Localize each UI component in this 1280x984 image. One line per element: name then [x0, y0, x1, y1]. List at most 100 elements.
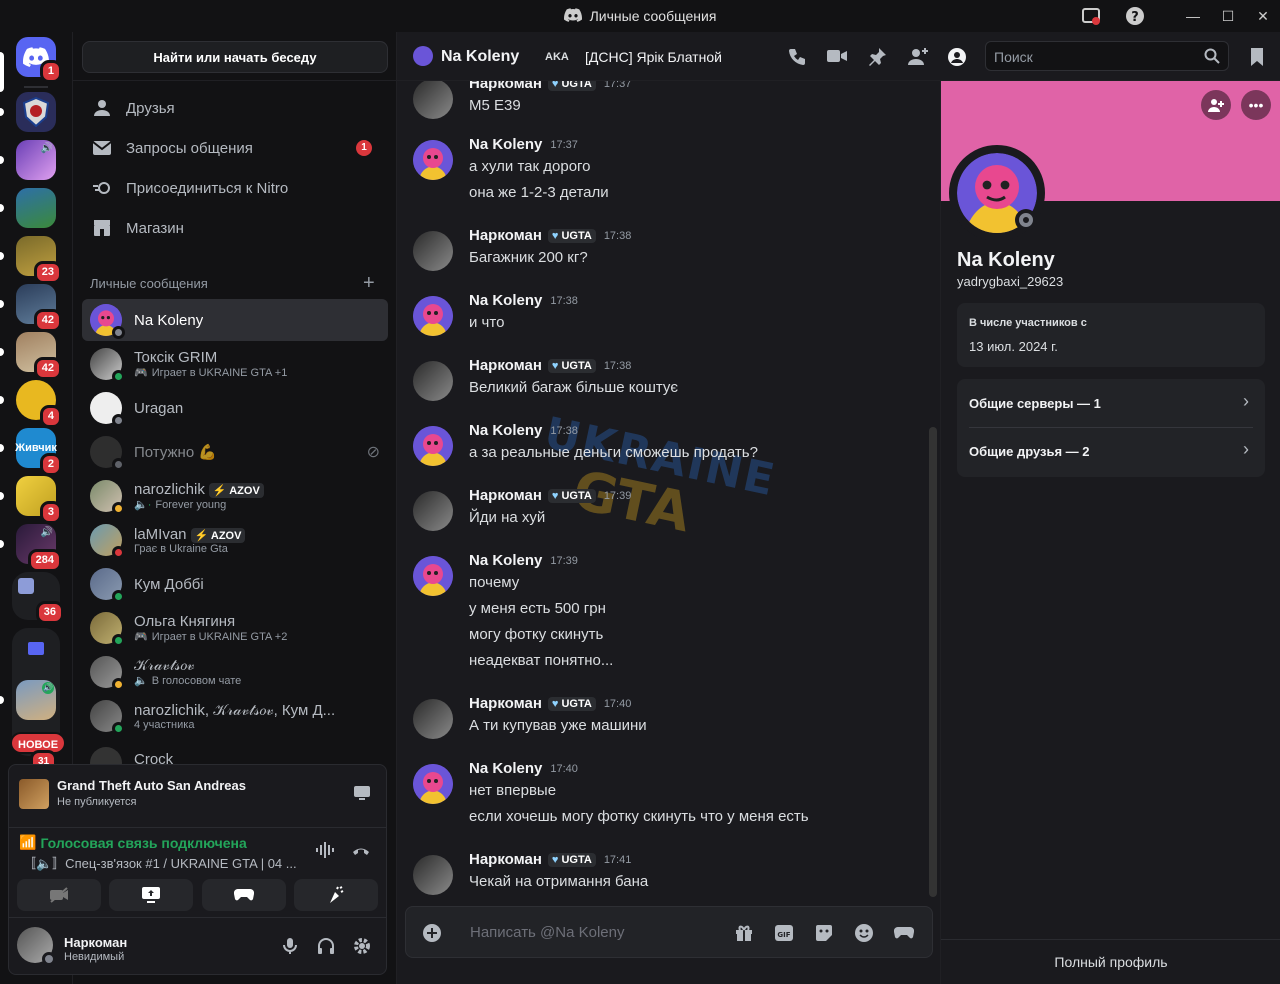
- activities-button[interactable]: [202, 879, 286, 911]
- add-friend-button[interactable]: [1201, 90, 1231, 120]
- pinned-messages-icon[interactable]: [867, 47, 887, 72]
- noise-suppression-icon[interactable]: [315, 841, 335, 864]
- server-icon-ukraine[interactable]: 42: [16, 284, 62, 332]
- dm-row[interactable]: narozlichik, 𝒦𝓇𝒶𝓋𝓉𝓈𝑜𝓋, Кум Д... 4 участни…: [82, 695, 388, 737]
- message-avatar[interactable]: [413, 426, 453, 466]
- voice-channel[interactable]: 〚🔈〛Спец-зв'язок #1 / UKRAINE GTA | 04 ..…: [23, 853, 303, 872]
- server-icon-anime[interactable]: 🔊: [16, 140, 56, 180]
- more-options-icon[interactable]: •••: [1241, 90, 1271, 120]
- message-composer[interactable]: Написать @Na Koleny GIF: [405, 906, 933, 958]
- message-avatar[interactable]: [413, 764, 453, 804]
- message-avatar[interactable]: [413, 296, 453, 336]
- message-avatar[interactable]: [413, 699, 453, 739]
- server-folder[interactable]: 36: [12, 572, 64, 624]
- server-icon-emoji[interactable]: 4: [16, 380, 62, 428]
- avatar: [90, 392, 125, 427]
- maximize-icon[interactable]: ☐: [1208, 0, 1248, 32]
- create-dm-plus-icon[interactable]: +: [363, 272, 375, 295]
- dm-row[interactable]: laMIvan ⚡ AZOV Грає в Ukraine Gta: [82, 519, 388, 561]
- user-avatar[interactable]: [17, 927, 56, 966]
- gif-icon[interactable]: GIF: [772, 921, 796, 945]
- dm-row[interactable]: Toксік GRIM 🎮 Играет в UKRAINE GTA +1: [82, 343, 388, 385]
- share-screen-button[interactable]: [109, 879, 193, 911]
- gift-icon[interactable]: [732, 921, 756, 945]
- screen-share-icon[interactable]: [353, 785, 371, 806]
- voice-connected[interactable]: 📶 Голосовая связь подключена: [19, 834, 247, 851]
- message-avatar[interactable]: [413, 556, 453, 596]
- dm-name: narozlichik: [134, 481, 205, 498]
- message-avatar[interactable]: [413, 140, 453, 180]
- message-author[interactable]: Na Koleny: [469, 552, 542, 569]
- home-button[interactable]: 1: [16, 37, 62, 83]
- avatar: [90, 436, 125, 471]
- dm-row[interactable]: narozlichik ⚡ AZOV 🔈· Forever young: [82, 475, 388, 517]
- server-icon-gta[interactable]: [16, 188, 56, 228]
- message-avatar[interactable]: [413, 491, 453, 531]
- search-input[interactable]: Поиск: [985, 41, 1229, 71]
- inbox-icon[interactable]: [1071, 0, 1111, 32]
- server-icon-folder-item[interactable]: 🔊: [16, 680, 56, 720]
- dm-row[interactable]: 𝒦𝓇𝒶𝓋𝓉𝓈𝑜𝓋 🔈 В голосовом чате: [82, 651, 388, 693]
- clan-tag: ♥ UGTA: [547, 81, 596, 91]
- message-author[interactable]: Наркоман: [469, 81, 542, 92]
- call-icon[interactable]: [787, 47, 807, 72]
- dm-name: Ольга Княгиня: [134, 613, 236, 630]
- message-author[interactable]: Na Koleny: [469, 292, 542, 309]
- dm-row[interactable]: Na Koleny: [82, 299, 388, 341]
- nav-nitro[interactable]: Присоединиться к Nitro: [82, 168, 388, 208]
- nav-friends[interactable]: Друзья: [82, 88, 388, 128]
- nav-shop[interactable]: Магазин: [82, 208, 388, 248]
- server-icon-gold[interactable]: 3: [16, 476, 62, 524]
- dm-row[interactable]: Ольга Княгиня 🎮 Играет в UKRAINE GTA +2: [82, 607, 388, 649]
- message-time: 17:39: [550, 554, 578, 567]
- nitro-icon: [92, 178, 112, 198]
- add-friends-to-dm-icon[interactable]: [907, 47, 929, 72]
- server-icon-helmet[interactable]: 23: [16, 236, 62, 284]
- message-author[interactable]: Na Koleny: [469, 760, 542, 777]
- folder-icon[interactable]: [28, 642, 44, 655]
- message-avatar[interactable]: [413, 231, 453, 271]
- settings-gear-icon[interactable]: [353, 937, 371, 960]
- message-avatar[interactable]: [413, 361, 453, 401]
- dm-row[interactable]: Кум Доббі: [82, 563, 388, 605]
- help-icon[interactable]: ?: [1115, 0, 1155, 32]
- sticker-icon[interactable]: [812, 921, 836, 945]
- server-icon-shield[interactable]: [16, 92, 56, 132]
- close-icon[interactable]: ✕: [1243, 0, 1280, 32]
- soundboard-button[interactable]: [294, 879, 378, 911]
- mutual-friends-button[interactable]: Общие друзья — 2 ›: [957, 428, 1265, 476]
- dm-row[interactable]: Потужно 💪 ⊘: [82, 431, 388, 473]
- bookmark-icon[interactable]: [1249, 47, 1265, 72]
- message-author[interactable]: Наркоман: [469, 227, 542, 244]
- message-author[interactable]: Na Koleny: [469, 136, 542, 153]
- server-icon-city[interactable]: 42: [16, 332, 62, 380]
- camera-off-button[interactable]: [17, 879, 101, 911]
- user-profile-toggle-icon[interactable]: [947, 47, 967, 72]
- headphones-icon[interactable]: [317, 937, 335, 960]
- scrollbar[interactable]: [929, 427, 937, 897]
- message-time: 17:37: [550, 138, 578, 151]
- message-text: M5 E39: [469, 97, 521, 114]
- attach-plus-icon[interactable]: [420, 921, 444, 945]
- server-icon-zhyvchyk[interactable]: Живчик 2: [15, 428, 62, 476]
- minimize-icon[interactable]: —: [1173, 0, 1213, 32]
- find-conversation-button[interactable]: Найти или начать беседу: [82, 41, 388, 73]
- video-call-icon[interactable]: [827, 48, 847, 69]
- message-author[interactable]: Наркоман: [469, 487, 542, 504]
- emoji-icon[interactable]: [852, 921, 876, 945]
- dm-row[interactable]: Uragan: [82, 387, 388, 429]
- message-author[interactable]: Na Koleny: [469, 422, 542, 439]
- profile-avatar[interactable]: [949, 145, 1045, 241]
- message-avatar[interactable]: [413, 855, 453, 895]
- message-author[interactable]: Наркоман: [469, 357, 542, 374]
- message-avatar[interactable]: [413, 81, 453, 119]
- message-author[interactable]: Наркоман: [469, 851, 542, 868]
- server-icon-dark[interactable]: 🔊 284: [16, 524, 62, 572]
- message-author[interactable]: Наркоман: [469, 695, 542, 712]
- microphone-icon[interactable]: [283, 937, 297, 960]
- disconnect-icon[interactable]: [351, 843, 371, 862]
- full-profile-link[interactable]: Полный профиль: [941, 954, 1280, 970]
- nav-message-requests[interactable]: Запросы общения 1: [82, 128, 388, 168]
- apps-gamepad-icon[interactable]: [892, 921, 916, 945]
- mutual-servers-button[interactable]: Общие серверы — 1 ›: [957, 379, 1265, 427]
